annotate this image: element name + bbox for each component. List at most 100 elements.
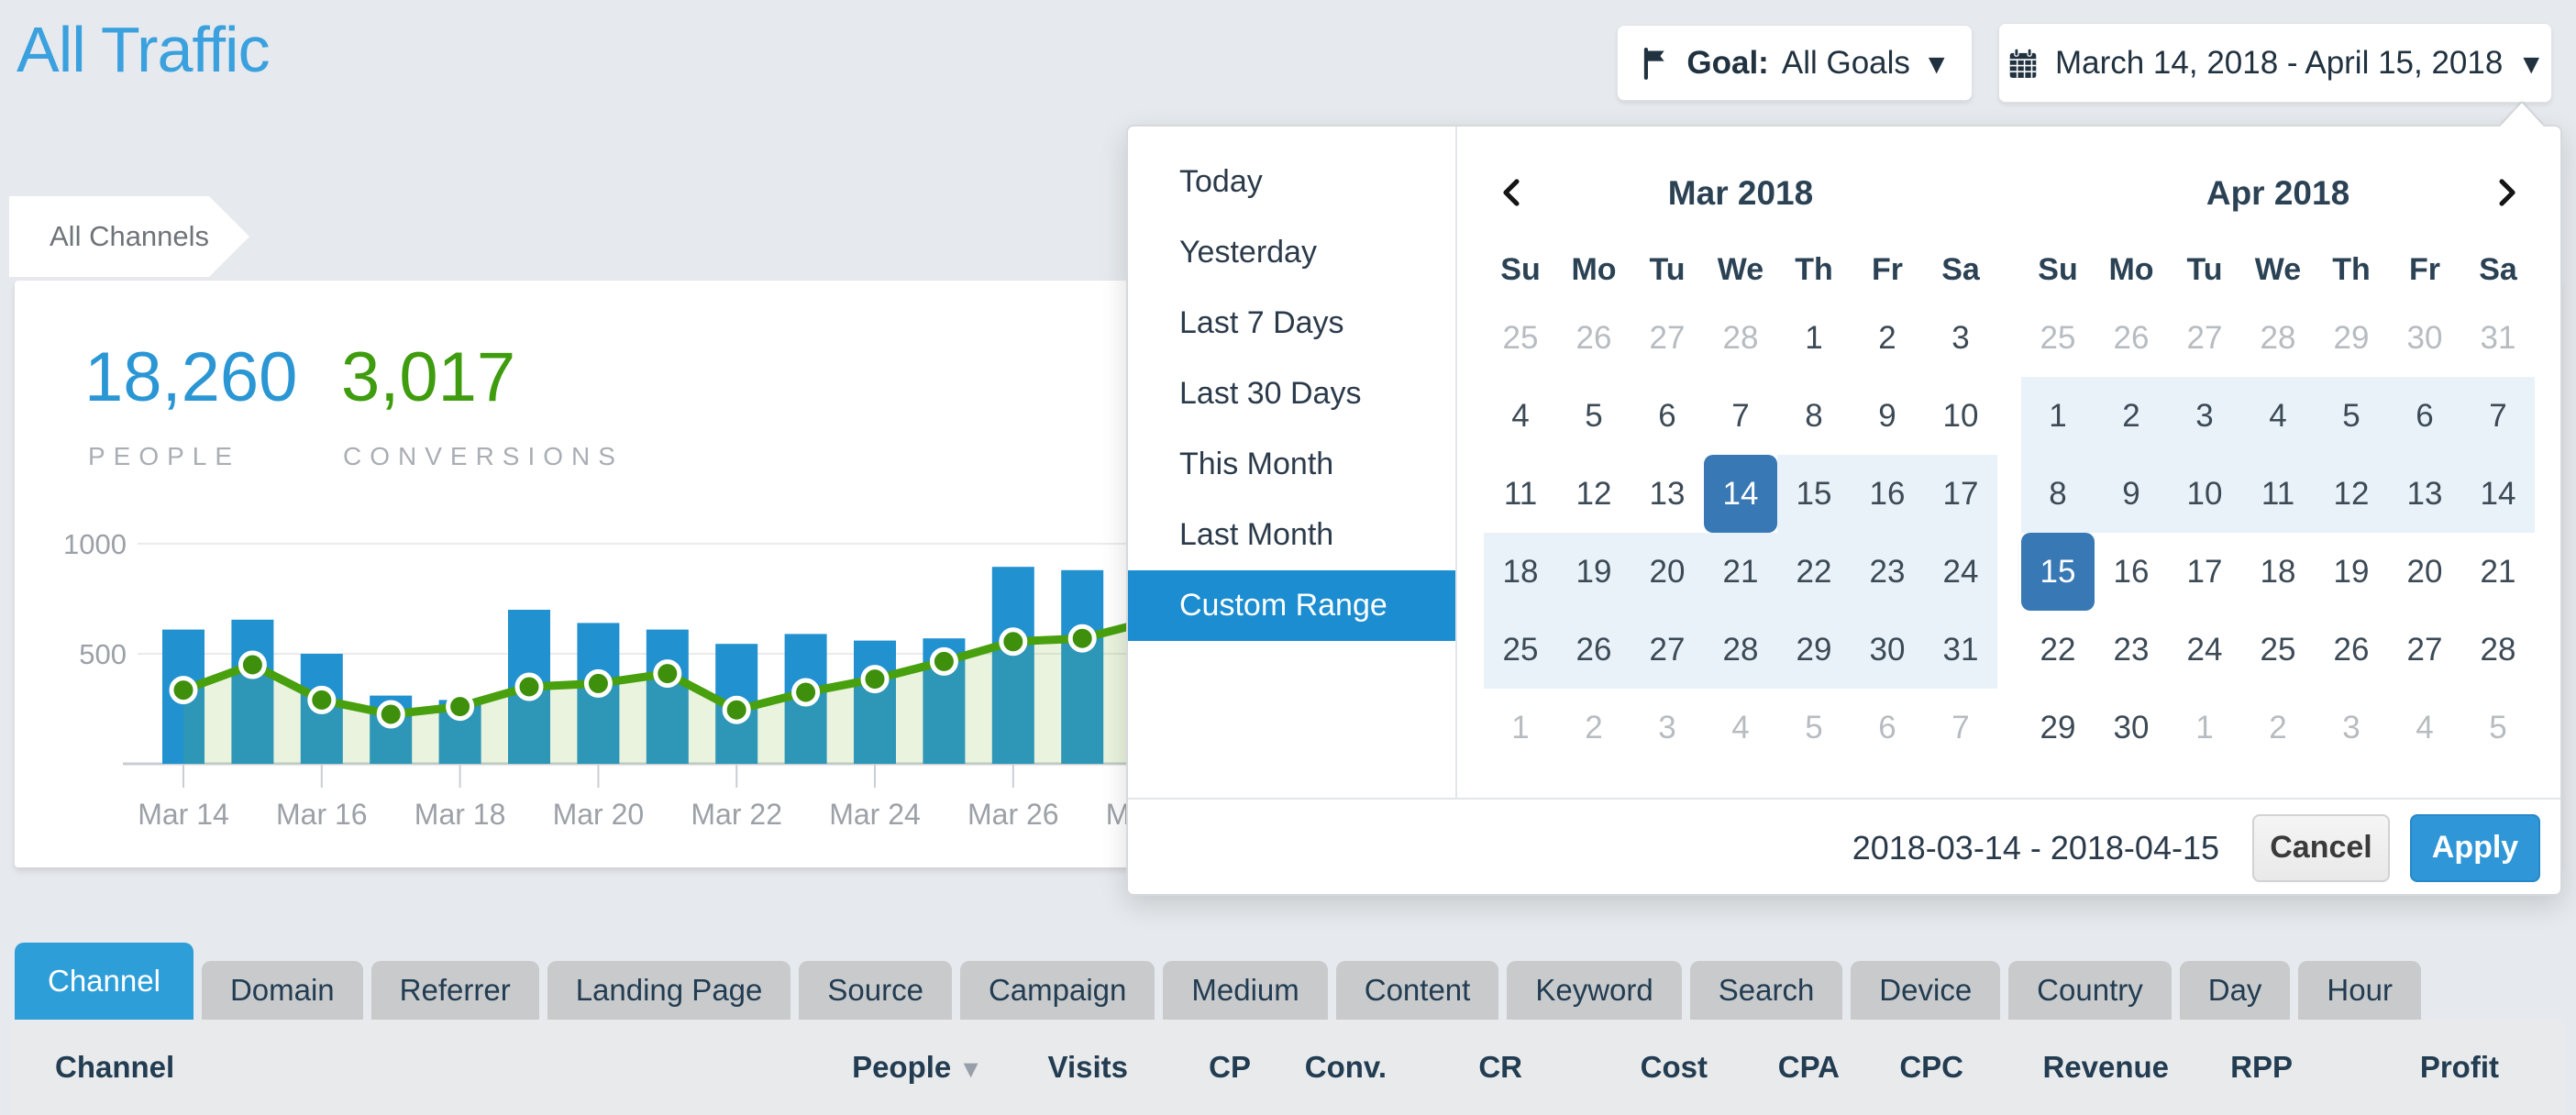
- column-header-revenue[interactable]: Revenue: [1963, 1050, 2169, 1085]
- day-cell[interactable]: 25: [2241, 611, 2315, 689]
- day-cell[interactable]: 7: [1924, 689, 1997, 767]
- day-cell[interactable]: 28: [2241, 299, 2315, 377]
- preset-last-month[interactable]: Last Month: [1128, 500, 1455, 570]
- day-cell[interactable]: 21: [1704, 533, 1777, 611]
- day-cell[interactable]: 22: [2021, 611, 2095, 689]
- day-cell[interactable]: 26: [1557, 611, 1631, 689]
- day-cell[interactable]: 6: [2388, 377, 2461, 455]
- day-cell[interactable]: 25: [1484, 299, 1557, 377]
- day-cell[interactable]: 21: [2461, 533, 2535, 611]
- day-cell[interactable]: 3: [2315, 689, 2388, 767]
- day-cell[interactable]: 19: [1557, 533, 1631, 611]
- tab-content[interactable]: Content: [1336, 961, 1499, 1020]
- day-cell[interactable]: 28: [2461, 611, 2535, 689]
- column-header-rpp[interactable]: RPP: [2169, 1050, 2293, 1085]
- day-cell[interactable]: 29: [1777, 611, 1851, 689]
- column-header-channel[interactable]: Channel: [13, 1050, 846, 1085]
- day-cell[interactable]: 30: [1851, 611, 1924, 689]
- day-cell[interactable]: 26: [1557, 299, 1631, 377]
- day-cell[interactable]: 15: [1777, 455, 1851, 533]
- column-header-cp[interactable]: CP: [1128, 1050, 1251, 1085]
- tab-source[interactable]: Source: [799, 961, 952, 1020]
- day-cell[interactable]: 11: [2241, 455, 2315, 533]
- day-cell[interactable]: 28: [1704, 299, 1777, 377]
- day-cell[interactable]: 9: [2095, 455, 2168, 533]
- day-cell[interactable]: 1: [1777, 299, 1851, 377]
- day-cell[interactable]: 7: [2461, 377, 2535, 455]
- preset-yesterday[interactable]: Yesterday: [1128, 217, 1455, 288]
- preset-last-7-days[interactable]: Last 7 Days: [1128, 288, 1455, 359]
- day-cell[interactable]: 4: [2388, 689, 2461, 767]
- day-cell[interactable]: 3: [1631, 689, 1704, 767]
- column-header-cr[interactable]: CR: [1387, 1050, 1522, 1085]
- day-cell[interactable]: 1: [1484, 689, 1557, 767]
- tab-search[interactable]: Search: [1690, 961, 1843, 1020]
- tab-device[interactable]: Device: [1851, 961, 2000, 1020]
- preset-last-30-days[interactable]: Last 30 Days: [1128, 359, 1455, 429]
- tab-referrer[interactable]: Referrer: [371, 961, 539, 1020]
- day-cell[interactable]: 16: [1851, 455, 1924, 533]
- day-cell[interactable]: 27: [1631, 611, 1704, 689]
- day-cell[interactable]: 27: [1631, 299, 1704, 377]
- day-cell[interactable]: 8: [2021, 455, 2095, 533]
- tab-medium[interactable]: Medium: [1163, 961, 1327, 1020]
- day-cell-selected[interactable]: 15: [2021, 533, 2095, 611]
- day-cell[interactable]: 31: [1924, 611, 1997, 689]
- day-cell[interactable]: 26: [2315, 611, 2388, 689]
- day-cell[interactable]: 13: [2388, 455, 2461, 533]
- day-cell[interactable]: 25: [1484, 611, 1557, 689]
- day-cell[interactable]: 31: [2461, 299, 2535, 377]
- day-cell[interactable]: 10: [1924, 377, 1997, 455]
- day-cell-selected[interactable]: 14: [1704, 455, 1777, 533]
- tab-campaign[interactable]: Campaign: [960, 961, 1155, 1020]
- day-cell[interactable]: 12: [2315, 455, 2388, 533]
- prev-month-button[interactable]: [1497, 165, 1552, 220]
- day-cell[interactable]: 10: [2168, 455, 2241, 533]
- day-cell[interactable]: 3: [1924, 299, 1997, 377]
- date-range-button[interactable]: March 14, 2018 - April 15, 2018 ▼: [1998, 23, 2552, 103]
- day-cell[interactable]: 17: [1924, 455, 1997, 533]
- day-cell[interactable]: 13: [1631, 455, 1704, 533]
- day-cell[interactable]: 4: [1704, 689, 1777, 767]
- day-cell[interactable]: 8: [1777, 377, 1851, 455]
- column-header-visits[interactable]: Visits: [983, 1050, 1128, 1085]
- day-cell[interactable]: 27: [2388, 611, 2461, 689]
- day-cell[interactable]: 22: [1777, 533, 1851, 611]
- column-header-cpc[interactable]: CPC: [1840, 1050, 1963, 1085]
- day-cell[interactable]: 4: [2241, 377, 2315, 455]
- day-cell[interactable]: 6: [1851, 689, 1924, 767]
- tab-domain[interactable]: Domain: [202, 961, 363, 1020]
- day-cell[interactable]: 28: [1704, 611, 1777, 689]
- cancel-button[interactable]: Cancel: [2252, 814, 2390, 882]
- breadcrumb[interactable]: All Channels: [9, 196, 249, 277]
- column-header-cost[interactable]: Cost: [1522, 1050, 1708, 1085]
- day-cell[interactable]: 2: [1851, 299, 1924, 377]
- day-cell[interactable]: 7: [1704, 377, 1777, 455]
- day-cell[interactable]: 17: [2168, 533, 2241, 611]
- day-cell[interactable]: 2: [2241, 689, 2315, 767]
- day-cell[interactable]: 19: [2315, 533, 2388, 611]
- column-header-profit[interactable]: Profit: [2293, 1050, 2499, 1085]
- day-cell[interactable]: 9: [1851, 377, 1924, 455]
- day-cell[interactable]: 29: [2315, 299, 2388, 377]
- next-month-button[interactable]: [2467, 165, 2522, 220]
- day-cell[interactable]: 18: [1484, 533, 1557, 611]
- day-cell[interactable]: 20: [2388, 533, 2461, 611]
- day-cell[interactable]: 23: [1851, 533, 1924, 611]
- goal-selector-button[interactable]: Goal: All Goals ▼: [1617, 25, 1973, 101]
- tab-keyword[interactable]: Keyword: [1507, 961, 1681, 1020]
- tab-channel[interactable]: Channel: [15, 943, 193, 1020]
- day-cell[interactable]: 2: [2095, 377, 2168, 455]
- tab-country[interactable]: Country: [2008, 961, 2172, 1020]
- tab-day[interactable]: Day: [2180, 961, 2291, 1020]
- preset-today[interactable]: Today: [1128, 147, 1455, 217]
- day-cell[interactable]: 6: [1631, 377, 1704, 455]
- day-cell[interactable]: 14: [2461, 455, 2535, 533]
- day-cell[interactable]: 29: [2021, 689, 2095, 767]
- day-cell[interactable]: 24: [2168, 611, 2241, 689]
- day-cell[interactable]: 5: [1557, 377, 1631, 455]
- day-cell[interactable]: 12: [1557, 455, 1631, 533]
- day-cell[interactable]: 24: [1924, 533, 1997, 611]
- tab-landing-page[interactable]: Landing Page: [547, 961, 791, 1020]
- day-cell[interactable]: 20: [1631, 533, 1704, 611]
